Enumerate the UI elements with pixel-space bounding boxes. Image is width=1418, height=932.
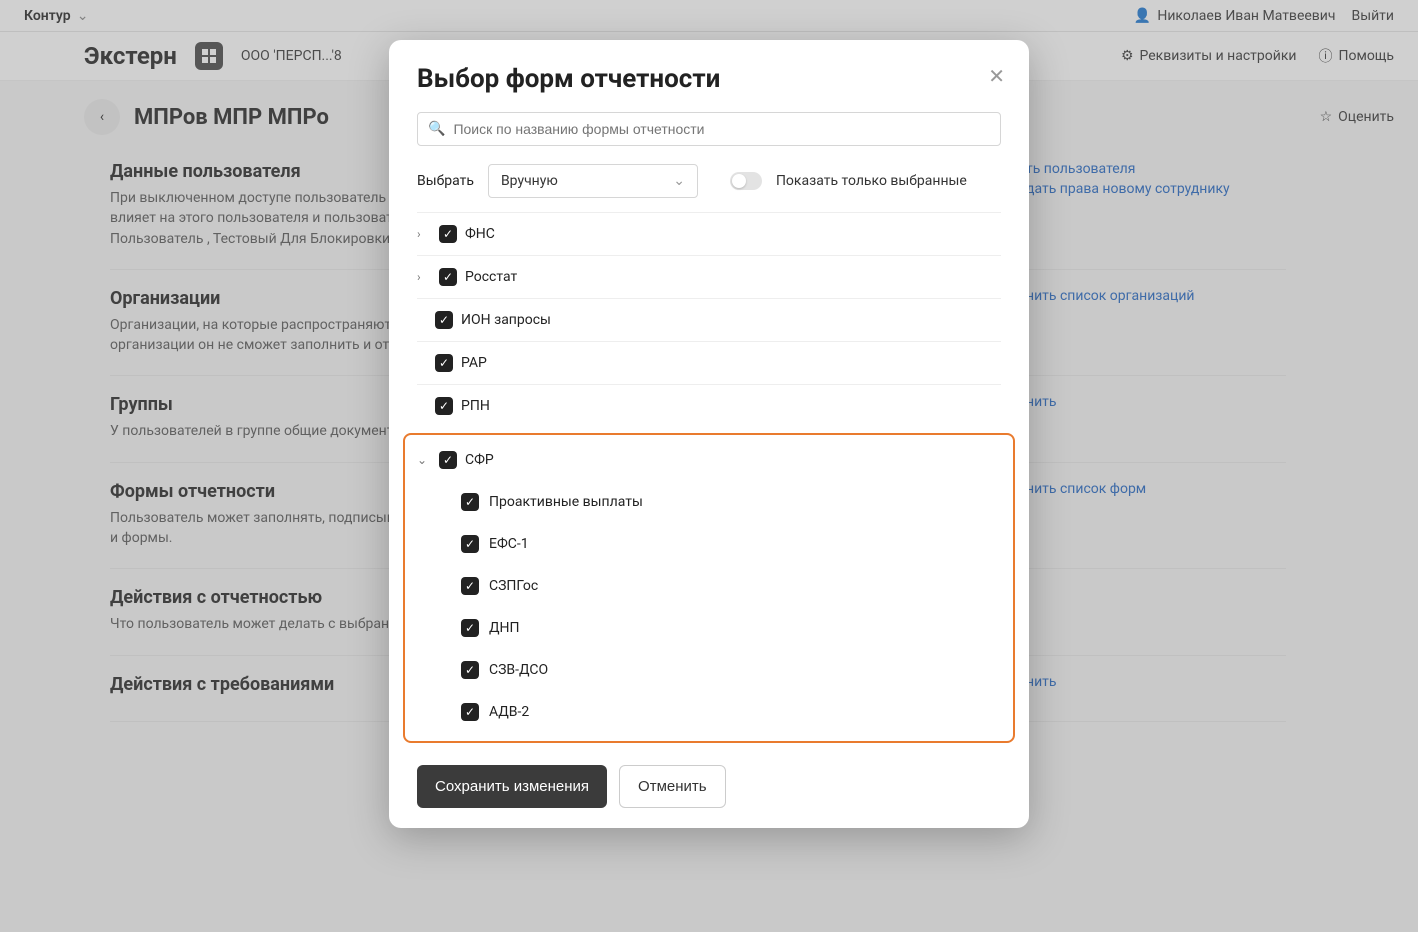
tree-label: СЗПГос <box>489 578 538 594</box>
tree-label: Проактивные выплаты <box>489 494 643 510</box>
select-mode[interactable]: Вручную ⌄ <box>488 164 698 198</box>
show-selected-toggle[interactable] <box>730 172 762 190</box>
checkbox-checked-icon[interactable]: ✓ <box>435 354 453 372</box>
tree-subitem-dnp[interactable]: ✓ ДНП <box>417 607 1001 649</box>
search-input-wrapper[interactable]: 🔍 <box>417 112 1001 146</box>
tree-item-fns[interactable]: › ✓ ФНС <box>417 213 1001 256</box>
checkbox-checked-icon[interactable]: ✓ <box>439 225 457 243</box>
modal-footer: Сохранить изменения Отменить <box>417 753 1001 808</box>
search-input[interactable] <box>453 121 990 137</box>
modal-title: Выбор форм отчетности <box>417 64 1001 94</box>
chevron-right-icon: › <box>417 270 431 284</box>
tree-subitem-proactive[interactable]: ✓ Проактивные выплаты <box>417 481 1001 523</box>
tree-item-rar[interactable]: ✓ РАР <box>417 342 1001 385</box>
tree-subitem-szpgos[interactable]: ✓ СЗПГос <box>417 565 1001 607</box>
close-icon[interactable]: ✕ <box>988 64 1005 88</box>
checkbox-checked-icon[interactable]: ✓ <box>461 493 479 511</box>
tree-subitem-adv2[interactable]: ✓ АДВ-2 <box>417 691 1001 733</box>
modal-overlay[interactable]: Выбор форм отчетности ✕ 🔍 Выбрать Вручну… <box>0 0 1418 932</box>
checkbox-checked-icon[interactable]: ✓ <box>435 397 453 415</box>
chevron-right-icon: › <box>417 227 431 241</box>
tree-label: ДНП <box>489 620 520 636</box>
checkbox-checked-icon[interactable]: ✓ <box>439 268 457 286</box>
checkbox-checked-icon[interactable]: ✓ <box>461 703 479 721</box>
checkbox-checked-icon[interactable]: ✓ <box>439 451 457 469</box>
select-value: Вручную <box>501 173 558 189</box>
tree-subitem-efs1[interactable]: ✓ ЕФС-1 <box>417 523 1001 565</box>
cancel-button[interactable]: Отменить <box>619 765 726 808</box>
tree-item-rpn[interactable]: ✓ РПН <box>417 385 1001 427</box>
tree-label: СФР <box>465 452 494 468</box>
chevron-down-icon: ⌄ <box>417 453 431 467</box>
checkbox-checked-icon[interactable]: ✓ <box>435 311 453 329</box>
tree-label: РПН <box>461 398 490 414</box>
checkbox-checked-icon[interactable]: ✓ <box>461 661 479 679</box>
checkbox-checked-icon[interactable]: ✓ <box>461 535 479 553</box>
tree-label: СЗВ-ДСО <box>489 662 548 678</box>
tree-item-rosstat[interactable]: › ✓ Росстат <box>417 256 1001 299</box>
tree-label: ЕФС-1 <box>489 536 529 552</box>
controls-row: Выбрать Вручную ⌄ Показать только выбран… <box>417 164 1001 198</box>
tree-item-sfr[interactable]: ⌄ ✓ СФР <box>417 439 1001 481</box>
save-button[interactable]: Сохранить изменения <box>417 765 607 808</box>
chevron-down-icon: ⌄ <box>673 173 685 189</box>
tree-label: АДВ-2 <box>489 704 529 720</box>
select-label: Выбрать <box>417 173 474 189</box>
tree-label: Росстат <box>465 269 517 285</box>
tree-label: РАР <box>461 355 487 371</box>
tree-label: ИОН запросы <box>461 312 551 328</box>
checkbox-checked-icon[interactable]: ✓ <box>461 619 479 637</box>
sfr-highlight-block: ⌄ ✓ СФР ✓ Проактивные выплаты ✓ ЕФС-1 ✓ … <box>403 433 1015 743</box>
tree-label: ФНС <box>465 226 495 242</box>
forms-modal: Выбор форм отчетности ✕ 🔍 Выбрать Вручну… <box>389 40 1029 828</box>
search-icon: 🔍 <box>428 121 445 137</box>
toggle-label: Показать только выбранные <box>776 173 967 189</box>
forms-tree: › ✓ ФНС › ✓ Росстат ✓ ИОН запросы ✓ РАР … <box>417 212 1001 743</box>
checkbox-checked-icon[interactable]: ✓ <box>461 577 479 595</box>
tree-item-ion[interactable]: ✓ ИОН запросы <box>417 299 1001 342</box>
tree-subitem-szvdso[interactable]: ✓ СЗВ-ДСО <box>417 649 1001 691</box>
